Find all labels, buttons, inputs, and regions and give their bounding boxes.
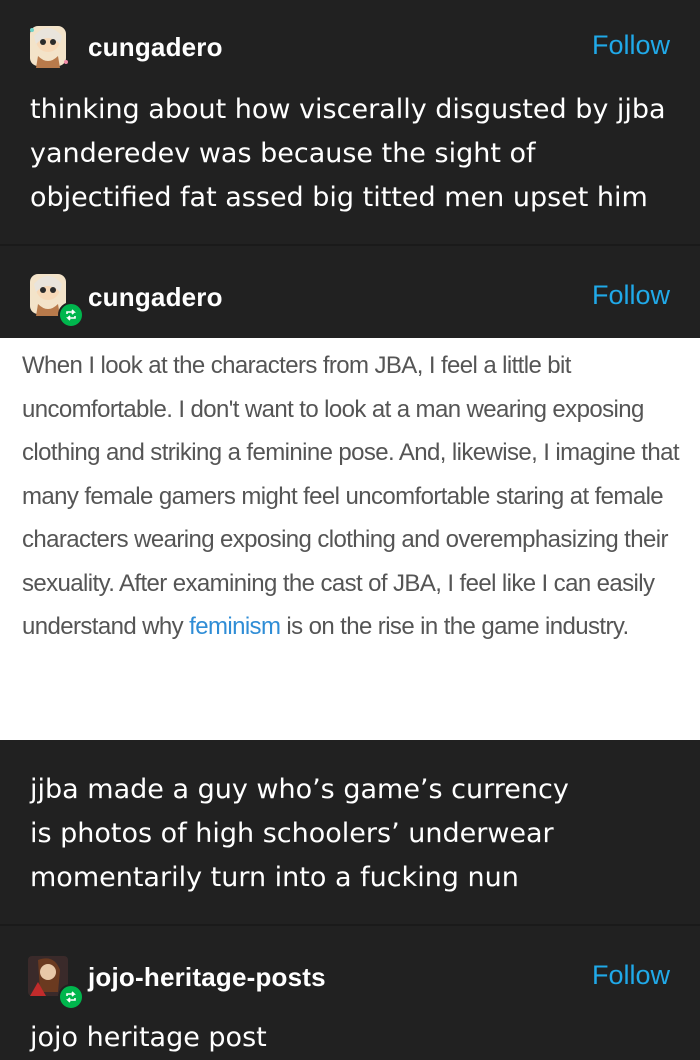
- post-text: thinking about how viscerally disgusted …: [30, 94, 666, 213]
- follow-button[interactable]: Follow: [592, 280, 670, 311]
- follow-button[interactable]: Follow: [592, 30, 670, 61]
- divider: [0, 244, 700, 246]
- username[interactable]: jojo-heritage-posts: [88, 962, 326, 993]
- quoted-text-before: When I look at the characters from JBA, …: [22, 352, 680, 640]
- avatar[interactable]: [24, 22, 72, 70]
- avatar[interactable]: [24, 270, 84, 328]
- avatar-image: [30, 26, 68, 68]
- quoted-text: When I look at the characters from JBA, …: [22, 344, 687, 649]
- username[interactable]: cungadero: [88, 32, 223, 63]
- feminism-link[interactable]: feminism: [189, 613, 281, 640]
- avatar[interactable]: [24, 952, 84, 1010]
- follow-button[interactable]: Follow: [592, 960, 670, 991]
- post-header: cungadero Follow: [0, 266, 700, 328]
- quoted-image: When I look at the characters from JBA, …: [0, 338, 700, 740]
- divider: [0, 924, 700, 926]
- quoted-text-after: is on the rise in the game industry.: [280, 613, 629, 640]
- username[interactable]: cungadero: [88, 282, 223, 313]
- post-header: jojo-heritage-posts Follow: [0, 948, 700, 1010]
- post-text: jjba made a guy who’s game’s currency is…: [30, 774, 569, 893]
- reblog-icon: [58, 302, 84, 328]
- post-text: jojo heritage post: [30, 1022, 267, 1053]
- reblog-icon: [58, 984, 84, 1010]
- post-header: cungadero Follow: [0, 18, 700, 78]
